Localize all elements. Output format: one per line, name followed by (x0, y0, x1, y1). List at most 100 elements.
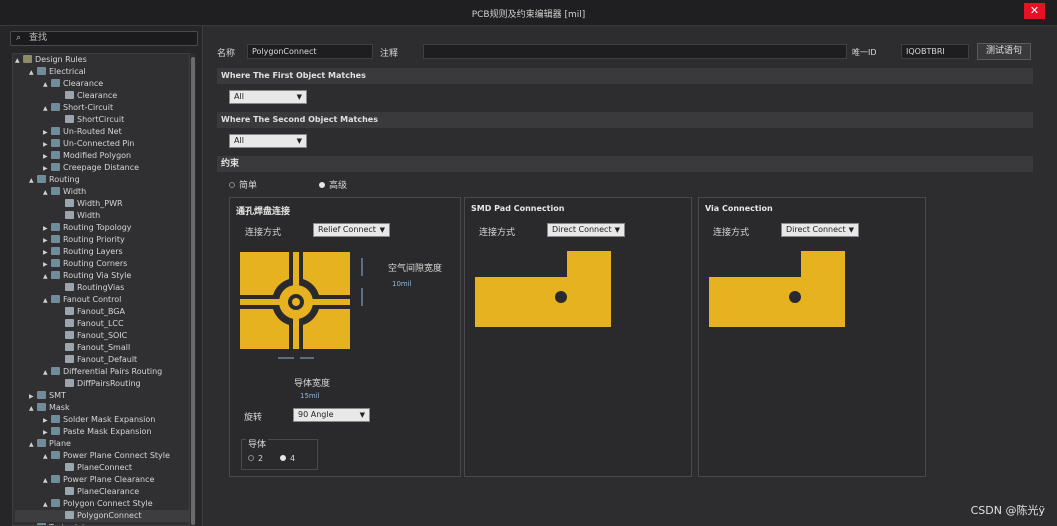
tree-item[interactable]: ▲ Differential Pairs Routing (15, 366, 189, 378)
uid-input[interactable]: IQOBTBRI (901, 44, 969, 59)
tree-item[interactable]: ▲ Clearance (15, 78, 189, 90)
tree-item[interactable]: PlaneConnect (15, 462, 189, 474)
tree-item[interactable]: ▶ Paste Mask Expansion (15, 426, 189, 438)
smd-connect-select[interactable]: Direct Connect ▼ (547, 223, 625, 237)
tree-item[interactable]: ▶ Routing Topology (15, 222, 189, 234)
tree-item[interactable]: ▶ Modified Polygon (15, 150, 189, 162)
tree-item[interactable]: Fanout_Default (15, 354, 189, 366)
tree-item-label: Routing (49, 175, 80, 184)
tree-item-label: RoutingVias (77, 283, 125, 292)
tree-item-label: SMT (49, 391, 66, 400)
tree-item-label: Routing Topology (63, 223, 132, 232)
tree-item[interactable]: ▲ Fanout Control (15, 294, 189, 306)
tree-item[interactable]: ▲ Electrical (15, 66, 189, 78)
tree-item[interactable]: Width (15, 210, 189, 222)
tree-item[interactable]: PlaneClearance (15, 486, 189, 498)
tree-item[interactable]: Fanout_SOIC (15, 330, 189, 342)
rule-item-icon (65, 115, 74, 123)
via-pad-title: 通孔焊盘连接 (236, 207, 291, 217)
tree-item-label: Fanout_SOIC (77, 331, 128, 340)
tree-item[interactable]: ▲ Plane (15, 438, 189, 450)
test-query-button[interactable]: 测试语句 (977, 43, 1031, 60)
title-bar: PCB规则及约束编辑器 [mil] ✕ (0, 0, 1057, 26)
chevron-down-icon: ▼ (359, 411, 365, 419)
name-input[interactable]: PolygonConnect (247, 44, 373, 59)
second-match-select[interactable]: All ▼ (229, 134, 307, 148)
tree-item[interactable]: ▶ Routing Corners (15, 258, 189, 270)
tree-item[interactable]: ▶ Routing Priority (15, 234, 189, 246)
tree-item[interactable]: ▶ Creepage Distance (15, 162, 189, 174)
scrollbar-thumb[interactable] (191, 57, 195, 525)
rule-item-icon (65, 307, 74, 315)
smd-copper (475, 251, 611, 327)
first-match-header: Where The First Object Matches (217, 68, 1033, 84)
rotation-label: 旋转 (244, 413, 263, 423)
tree-item[interactable]: ▲ Short-Circuit (15, 102, 189, 114)
via-connect-select[interactable]: Direct Connect ▼ (781, 223, 859, 237)
first-match-value: All (234, 92, 244, 101)
tree-item[interactable]: ▲ Polygon Connect Style (15, 498, 189, 510)
mode-advanced-radio[interactable]: 高级 (319, 178, 347, 191)
tree-item-label: Power Plane Connect Style (63, 451, 170, 460)
radio-on-icon (319, 182, 325, 188)
conductor-width-value[interactable]: 15mil (300, 392, 320, 400)
tree-item-label: Un-Routed Net (63, 127, 122, 136)
tree-item[interactable]: ▲ Mask (15, 402, 189, 414)
rule-item-icon (65, 463, 74, 471)
tree-item[interactable]: ▲ Power Plane Connect Style (15, 450, 189, 462)
tree-item[interactable]: ▲ Width (15, 186, 189, 198)
tree-item[interactable]: ▶ Solder Mask Expansion (15, 414, 189, 426)
via-hole (789, 291, 801, 303)
mode-simple-radio[interactable]: 简单 (229, 178, 257, 191)
first-match-select[interactable]: All ▼ (229, 90, 307, 104)
tree-item-label: Power Plane Clearance (63, 475, 155, 484)
rule-category-icon (51, 499, 60, 507)
smd-pad (555, 291, 567, 303)
via-copper (709, 251, 845, 327)
rotation-select[interactable]: 90 Angle ▼ (293, 408, 370, 422)
air-gap-label: 空气间隙宽度 (388, 264, 443, 274)
rule-category-icon (37, 391, 46, 399)
tree-item[interactable]: ▶ Un-Routed Net (15, 126, 189, 138)
tree-item[interactable]: ▶ Routing Layers (15, 246, 189, 258)
close-button[interactable]: ✕ (1024, 3, 1045, 19)
tree-scrollbar[interactable] (190, 53, 196, 526)
air-gap-value[interactable]: 10mil (392, 280, 412, 288)
tree-item-label: Short-Circuit (63, 103, 114, 112)
tree-item[interactable]: ▲ Power Plane Clearance (15, 474, 189, 486)
conductors-4-radio[interactable]: 4 (280, 454, 295, 463)
comment-input[interactable] (423, 44, 847, 59)
tree-item[interactable]: DiffPairsRouting (15, 378, 189, 390)
tree-item[interactable]: ▶ Un-Connected Pin (15, 138, 189, 150)
rule-category-icon (51, 247, 60, 255)
tree-item[interactable]: ▲ Design Rules (15, 54, 189, 66)
tree-item[interactable]: ▶Testpoint (15, 522, 189, 525)
via-pad-connection-panel: 通孔焊盘连接 连接方式 Relief Connect ▼ 空气间隙宽度 10mi… (229, 197, 461, 477)
tree-item[interactable]: Fanout_Small (15, 342, 189, 354)
conductors-2-label: 2 (258, 454, 264, 463)
tree-item[interactable]: ▲ Routing Via Style (15, 270, 189, 282)
via-pad-connect-select[interactable]: Relief Connect ▼ (313, 223, 390, 237)
tree-item[interactable]: Clearance (15, 90, 189, 102)
tree-item[interactable]: ▶ SMT (15, 390, 189, 402)
tree-item-label: Width (77, 211, 101, 220)
tree-item[interactable]: Fanout_LCC (15, 318, 189, 330)
second-match-value: All (234, 136, 244, 145)
rule-item-icon (65, 343, 74, 351)
tree-item[interactable]: ▲ Routing (15, 174, 189, 186)
tree-item-label: Creepage Distance (63, 163, 140, 172)
tree-item-label: PlaneConnect (77, 463, 133, 472)
tree-item-label: Differential Pairs Routing (63, 367, 163, 376)
tree-item[interactable]: PolygonConnect (15, 510, 189, 522)
tree-item[interactable]: RoutingVias (15, 282, 189, 294)
tree-item-label: PlaneClearance (77, 487, 140, 496)
relief-connect-diagram (240, 252, 363, 359)
tree-item[interactable]: Fanout_BGA (15, 306, 189, 318)
via-pad-connect-label: 连接方式 (245, 228, 282, 238)
conductors-2-radio[interactable]: 2 (248, 454, 263, 463)
conductors-4-label: 4 (290, 454, 296, 463)
tree-item[interactable]: ShortCircuit (15, 114, 189, 126)
search-input[interactable]: ⌕ 查找 (10, 31, 198, 46)
tree-item[interactable]: Width_PWR (15, 198, 189, 210)
smd-connect-label: 连接方式 (479, 228, 516, 238)
